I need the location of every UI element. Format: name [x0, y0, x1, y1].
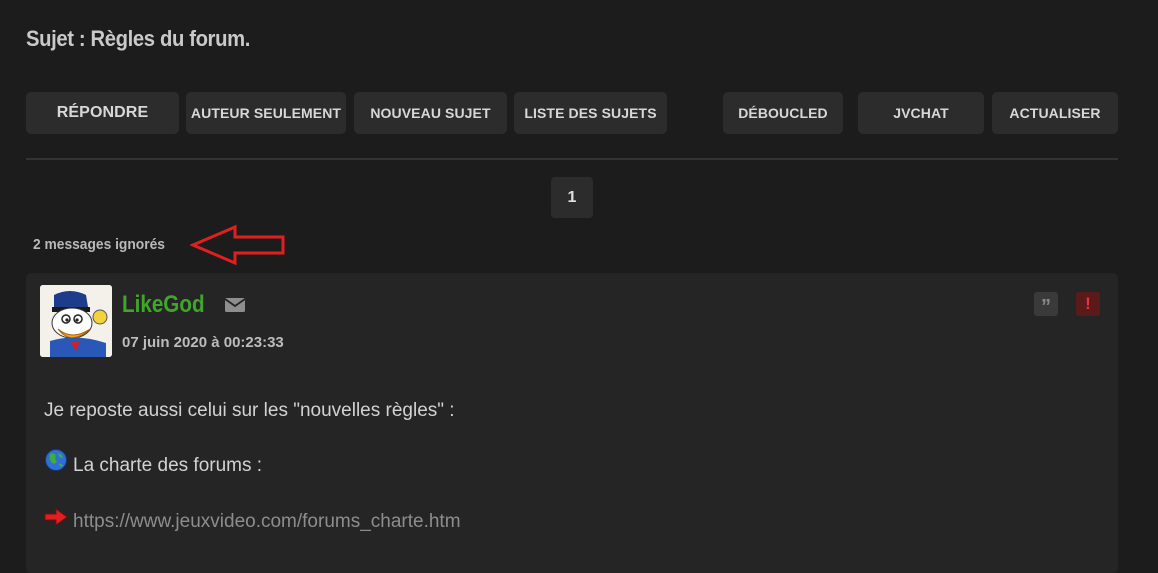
new-topic-button[interactable]: NOUVEAU SUJET	[354, 92, 507, 134]
page-title: Sujet : Règles du forum.	[26, 26, 250, 51]
author-name[interactable]: LikeGod	[122, 291, 205, 319]
topic-list-button[interactable]: LISTE DES SUJETS	[514, 92, 667, 134]
charter-link[interactable]: https://www.jeuxvideo.com/forums_charte.…	[73, 511, 461, 533]
avatar[interactable]	[40, 285, 112, 357]
ignored-messages-text[interactable]: 2 messages ignorés	[33, 236, 165, 253]
globe-icon	[45, 449, 67, 471]
deboucled-button[interactable]: DÉBOUCLED	[723, 92, 843, 134]
page-button-current[interactable]: 1	[551, 177, 593, 218]
author-only-button[interactable]: AUTEUR SEULEMENT	[186, 92, 346, 134]
toolbar-divider	[26, 158, 1118, 160]
post-card: LikeGod 07 juin 2020 à 00:23:33 ” ! Je r…	[26, 273, 1118, 573]
quote-icon[interactable]: ”	[1034, 292, 1058, 318]
mail-icon[interactable]	[224, 297, 246, 313]
post-line-rules-intro: Je reposte aussi celui sur les "nouvelle…	[44, 400, 455, 421]
post-date[interactable]: 07 juin 2020 à 00:23:33	[122, 334, 284, 351]
jvchat-button[interactable]: JVCHAT	[858, 92, 984, 134]
refresh-button[interactable]: ACTUALISER	[992, 92, 1118, 134]
alert-icon[interactable]: !	[1076, 292, 1100, 316]
red-arrow-icon	[44, 508, 68, 526]
post-line-charter: La charte des forums :	[73, 455, 263, 476]
annotation-arrow-icon	[190, 224, 285, 266]
reply-button[interactable]: RÉPONDRE	[26, 92, 179, 134]
